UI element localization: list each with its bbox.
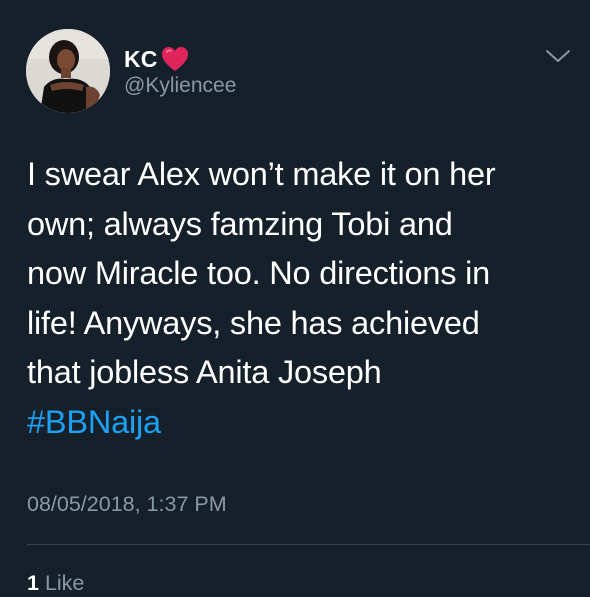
tweet-card: KC @Kyliencee I swear Alex won’t make it…: [0, 0, 590, 597]
tweet-timestamp[interactable]: 08/05/2018, 1:37 PM: [27, 492, 227, 517]
likes-number: 1: [27, 571, 39, 595]
tweet-text-line: that jobless Anita Joseph: [27, 354, 382, 391]
tweet-text-line: I swear Alex won’t make it on her: [27, 156, 496, 192]
user-handle[interactable]: @Kyliencee: [124, 74, 236, 98]
likes-label: Like: [44, 571, 85, 595]
hashtag-link[interactable]: #BBNaija: [27, 398, 572, 448]
tweet-text-line: now Miracle too. No directions in: [27, 255, 491, 292]
divider: [27, 544, 590, 545]
display-name[interactable]: KC: [124, 46, 158, 73]
chevron-down-icon[interactable]: [545, 47, 571, 65]
tweet-text-line: own; always famzing Tobi and: [27, 205, 453, 242]
avatar[interactable]: [26, 29, 110, 113]
tweet-text: I swear Alex won’t make it on her own; a…: [27, 150, 572, 448]
tweet-text-line: life! Anyways, she has achieved: [27, 304, 480, 341]
likes-count[interactable]: 1 Like: [27, 571, 84, 596]
red-heart-icon: [161, 46, 189, 72]
author-name-row[interactable]: KC: [124, 44, 189, 74]
